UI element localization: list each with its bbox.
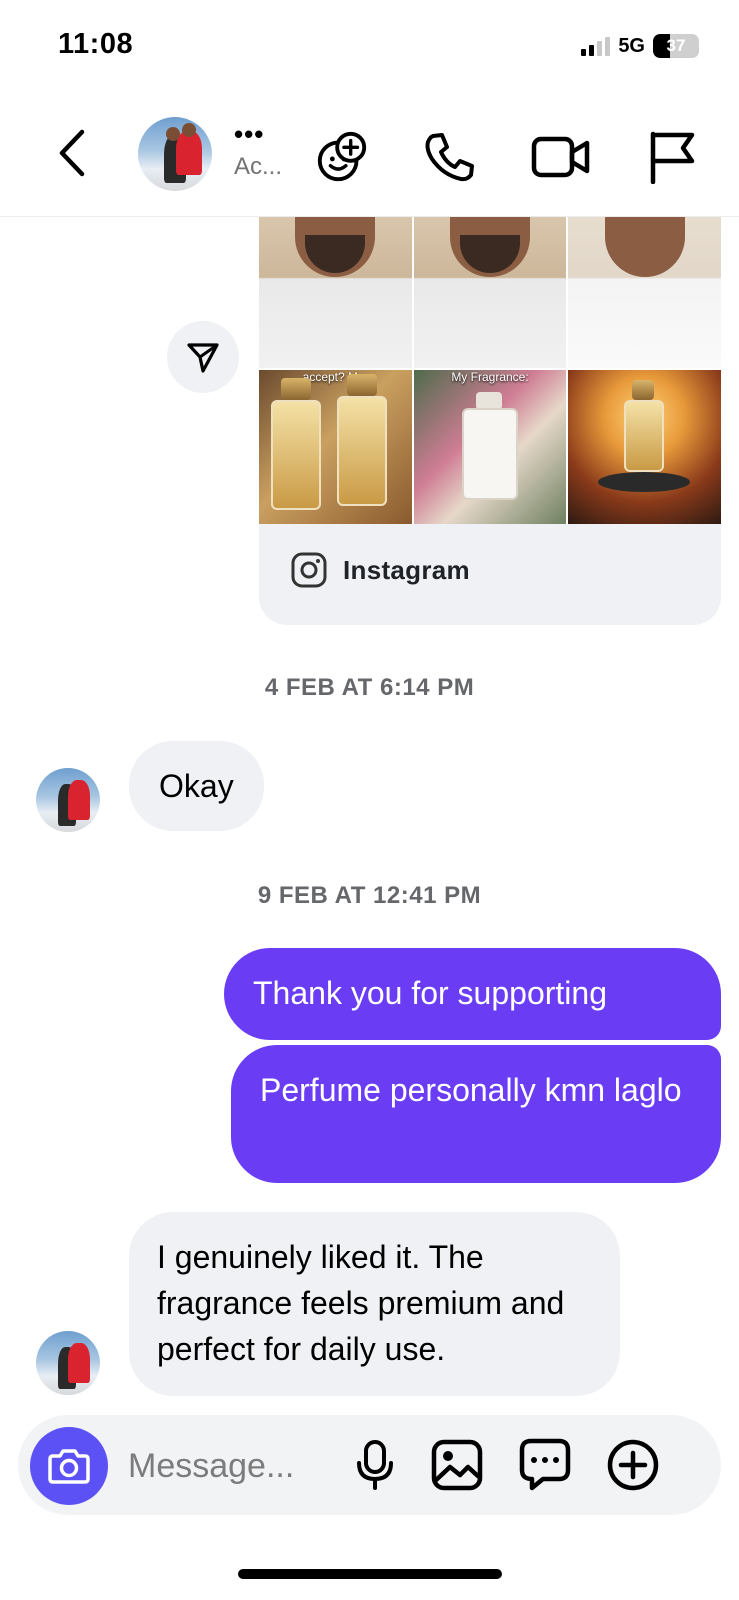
microphone-icon bbox=[357, 1440, 393, 1490]
perfume-image: accept? Me: bbox=[259, 370, 412, 524]
video-icon bbox=[531, 136, 590, 178]
message-timestamp: 4 FEB AT 6:14 PM bbox=[264, 674, 475, 701]
home-indicator bbox=[238, 1569, 502, 1579]
battery-level: 37 bbox=[666, 36, 686, 55]
back-button[interactable] bbox=[50, 123, 94, 183]
camera-icon bbox=[48, 1449, 90, 1484]
post-caption: My Fragrance: bbox=[451, 370, 529, 384]
back-icon bbox=[59, 129, 85, 177]
flag-icon bbox=[650, 131, 695, 184]
message-bubble[interactable]: Okay bbox=[129, 741, 264, 831]
image-icon bbox=[431, 1439, 483, 1491]
chat-header: ••• Ac... bbox=[0, 95, 739, 217]
send-icon bbox=[187, 343, 219, 373]
report-button[interactable] bbox=[644, 129, 700, 185]
video-call-button[interactable] bbox=[530, 129, 592, 185]
message-composer bbox=[18, 1415, 721, 1515]
message-timestamp: 9 FEB AT 12:41 PM bbox=[257, 882, 482, 909]
phone-icon bbox=[425, 133, 474, 182]
network-type: 5G bbox=[618, 34, 645, 57]
post-source: Instagram bbox=[291, 552, 470, 588]
perfume-image bbox=[568, 370, 721, 524]
sender-avatar[interactable] bbox=[36, 768, 100, 832]
perfume-image: My Fragrance: bbox=[413, 370, 567, 524]
contact-name: ••• bbox=[234, 119, 265, 149]
sender-avatar[interactable] bbox=[36, 1331, 100, 1395]
status-indicators: 5G 37 bbox=[581, 34, 699, 58]
instagram-icon bbox=[291, 552, 327, 588]
message-bubble[interactable]: I genuinely liked it. The fragrance feel… bbox=[129, 1212, 620, 1396]
camera-button[interactable] bbox=[30, 1427, 108, 1505]
signal-icon bbox=[581, 36, 611, 56]
sticker-button[interactable] bbox=[517, 1437, 573, 1493]
more-options-button[interactable] bbox=[605, 1437, 661, 1493]
post-source-label: Instagram bbox=[343, 554, 470, 585]
voice-message-button[interactable] bbox=[347, 1437, 403, 1493]
status-time: 11:08 bbox=[58, 28, 134, 60]
add-effect-icon bbox=[317, 131, 367, 182]
post-thumbnail bbox=[259, 217, 412, 368]
contact-status: Ac... bbox=[234, 153, 283, 180]
chat-bubble-icon bbox=[519, 1438, 571, 1491]
share-button[interactable] bbox=[167, 321, 239, 393]
plus-circle-icon bbox=[607, 1439, 659, 1491]
post-image-grid: accept? Me: My Fragrance: bbox=[259, 217, 721, 524]
gallery-button[interactable] bbox=[429, 1437, 485, 1493]
post-thumbnail bbox=[413, 217, 567, 368]
shared-post-card[interactable]: accept? Me: My Fragrance: Instagram bbox=[259, 217, 721, 625]
voice-call-button[interactable] bbox=[422, 129, 478, 185]
add-effect-button[interactable] bbox=[314, 129, 370, 185]
message-bubble[interactable]: Thank you for supporting bbox=[224, 948, 721, 1040]
contact-info[interactable]: ••• Ac... bbox=[234, 119, 304, 181]
message-bubble[interactable]: Perfume personally kmn laglo bbox=[231, 1045, 721, 1183]
post-thumbnail bbox=[568, 217, 721, 368]
contact-avatar[interactable] bbox=[138, 117, 212, 191]
battery-icon: 37 bbox=[653, 34, 699, 58]
message-input[interactable] bbox=[128, 1443, 348, 1489]
status-bar: 11:08 5G 37 bbox=[0, 0, 739, 95]
